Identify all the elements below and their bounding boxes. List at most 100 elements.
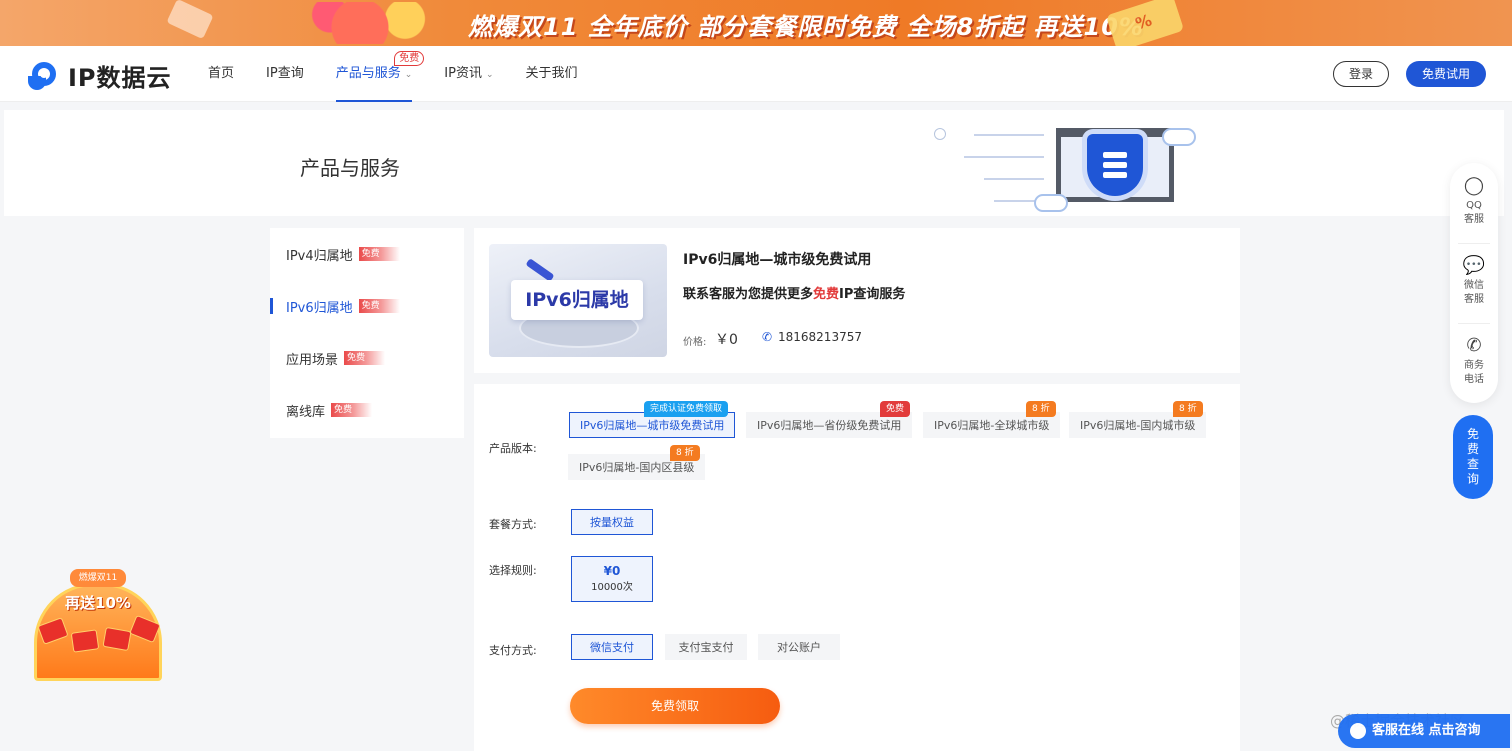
rule-price: ¥0: [603, 564, 621, 578]
main-menu: 首页 IP查询 产品与服务 ⌄ 免费 IP资讯 ⌄ 关于我们: [208, 46, 610, 102]
chevron-down-icon: ⌄: [485, 70, 494, 80]
chat-label: 客服在线 点击咨询: [1372, 723, 1481, 738]
phone-icon: ✆: [762, 330, 773, 344]
promo-decoration: [166, 0, 214, 40]
float-label: 客服: [1464, 294, 1484, 305]
coupon-symbol: %: [1133, 10, 1155, 34]
product-subtitle: 联系客服为您提供更多免费IP查询服务: [683, 283, 905, 302]
pen-decoration: [525, 258, 555, 282]
line-decoration: [964, 156, 1044, 158]
float-trial-label: 免费查询: [1466, 427, 1479, 486]
rule-option[interactable]: ¥0 10000次: [571, 556, 653, 602]
free-tag: 免费: [358, 247, 400, 261]
menu-item-about[interactable]: 关于我们: [526, 46, 578, 102]
subtitle-highlight: 免费: [813, 287, 840, 302]
option-tag: 8 折: [1173, 401, 1203, 417]
rule-count: 10000次: [591, 582, 633, 593]
product-image: IPv6归属地: [489, 244, 667, 357]
login-button[interactable]: 登录: [1333, 61, 1389, 87]
promo-badge-main: 再送10%: [65, 594, 131, 612]
product-image-label: IPv6归属地: [511, 280, 643, 320]
sidebar-item-label: 离线库: [286, 404, 326, 420]
float-label: QQ: [1466, 200, 1482, 211]
logo[interactable]: IP数据云: [28, 58, 172, 93]
menu-item-ip-query[interactable]: IP查询: [266, 46, 304, 102]
security-illustration: [924, 120, 1204, 216]
top-navigation: IP数据云 首页 IP查询 产品与服务 ⌄ 免费 IP资讯 ⌄ 关于我们 登录 免费…: [0, 46, 1512, 102]
menu-item-home[interactable]: 首页: [208, 46, 234, 102]
menu-item-ip-news[interactable]: IP资讯 ⌄: [444, 46, 493, 102]
option-tag: 完成认证免费领取: [644, 401, 729, 417]
sidebar-item-ipv6[interactable]: IPv6归属地 免费: [270, 280, 464, 332]
divider: [1458, 243, 1490, 244]
sidebar-item-label: 应用场景: [286, 352, 339, 368]
float-label: 商务: [1464, 360, 1484, 371]
page-title: 产品与服务: [300, 156, 400, 180]
menu-label: 首页: [208, 66, 235, 81]
page-header: 产品与服务: [4, 110, 1504, 216]
subtitle-text: 联系客服为您提供更多: [683, 287, 814, 302]
sidebar-item-label: IPv6归属地: [286, 300, 353, 316]
version-label: 产品版本:: [489, 442, 537, 455]
option-tag: 8 折: [1026, 401, 1056, 417]
price-label: 价格:: [683, 337, 707, 348]
gift-box-decoration: [300, 2, 450, 44]
service-float-panel: ◯ QQ 客服 💬 微信 客服 ✆ 商务 电话: [1450, 163, 1498, 403]
free-query-float-button[interactable]: 免费查询: [1453, 415, 1493, 499]
free-tag: 免费: [358, 299, 400, 313]
logo-text: IP数据云: [68, 64, 172, 92]
qq-service-button[interactable]: ◯ QQ 客服: [1450, 175, 1498, 227]
red-envelope-icon: [102, 626, 132, 652]
free-tag: 免费: [344, 351, 386, 365]
product-title: IPv6归属地—城市级免费试用: [683, 252, 872, 268]
phone-number: 18168213757: [778, 330, 862, 344]
cloud-icon: [1162, 128, 1196, 146]
sidebar-item-scenarios[interactable]: 应用场景 免费: [270, 332, 464, 384]
online-chat-button[interactable]: 客服在线 点击咨询: [1338, 714, 1510, 748]
business-phone-button[interactable]: ✆ 商务 电话: [1450, 335, 1498, 387]
product-card: IPv6归属地 IPv6归属地—城市级免费试用 联系客服为您提供更多免费IP查询…: [474, 228, 1240, 373]
price-value: ￥0: [715, 332, 738, 348]
chevron-down-icon: ⌄: [404, 70, 413, 80]
option-tag: 免费: [880, 401, 911, 417]
claim-button[interactable]: 免费领取: [570, 688, 780, 724]
menu-item-products[interactable]: 产品与服务 ⌄ 免费: [335, 46, 425, 102]
bubble-decoration: [934, 128, 946, 140]
chat-icon: [1350, 723, 1366, 739]
qq-icon: ◯: [1463, 175, 1485, 196]
menu-label: IP查询: [266, 66, 304, 81]
sidebar-item-label: IPv4归属地: [286, 248, 353, 264]
menu-label: 关于我们: [525, 66, 578, 81]
double11-promo-badge[interactable]: 燃爆双11 再送10%: [32, 569, 166, 684]
subtitle-text: IP查询服务: [839, 287, 906, 302]
package-label: 套餐方式:: [489, 518, 537, 531]
divider: [1458, 323, 1490, 324]
sidebar-item-ipv4[interactable]: IPv4归属地 免费: [270, 228, 464, 280]
pay-label: 支付方式:: [489, 644, 537, 657]
rule-label: 选择规则:: [489, 564, 537, 577]
line-decoration: [974, 134, 1044, 136]
logo-mark-icon: [28, 60, 62, 92]
float-label: 微信: [1464, 280, 1484, 291]
wechat-service-button[interactable]: 💬 微信 客服: [1450, 255, 1498, 307]
package-option[interactable]: 按量权益: [571, 509, 653, 535]
free-badge: 免费: [394, 51, 425, 66]
pay-option-alipay[interactable]: 支付宝支付: [665, 634, 747, 660]
wechat-icon: 💬: [1462, 255, 1486, 276]
contact-phone[interactable]: ✆ 18168213757: [762, 330, 862, 344]
pay-option-wechat[interactable]: 微信支付: [571, 634, 653, 660]
float-label: 电话: [1464, 374, 1484, 385]
phone-icon: ✆: [1466, 335, 1482, 356]
sidebar-item-offline-db[interactable]: 离线库 免费: [270, 384, 464, 436]
red-envelope-icon: [70, 629, 100, 653]
menu-label: 产品与服务: [335, 66, 401, 81]
free-tag: 免费: [331, 403, 373, 417]
promo-banner[interactable]: 燃爆双11 全年底价 部分套餐限时免费 全场8折起 再送10% %: [0, 0, 1512, 46]
product-sidebar: IPv4归属地 免费 IPv6归属地 免费 应用场景 免费 离线库 免费: [270, 228, 464, 438]
line-decoration: [984, 178, 1044, 180]
promo-badge-top: 燃爆双11: [70, 569, 126, 587]
menu-label: IP资讯: [444, 66, 482, 81]
float-label: 客服: [1464, 214, 1484, 225]
pay-option-corporate[interactable]: 对公账户: [758, 634, 840, 660]
free-trial-button[interactable]: 免费试用: [1406, 61, 1486, 87]
